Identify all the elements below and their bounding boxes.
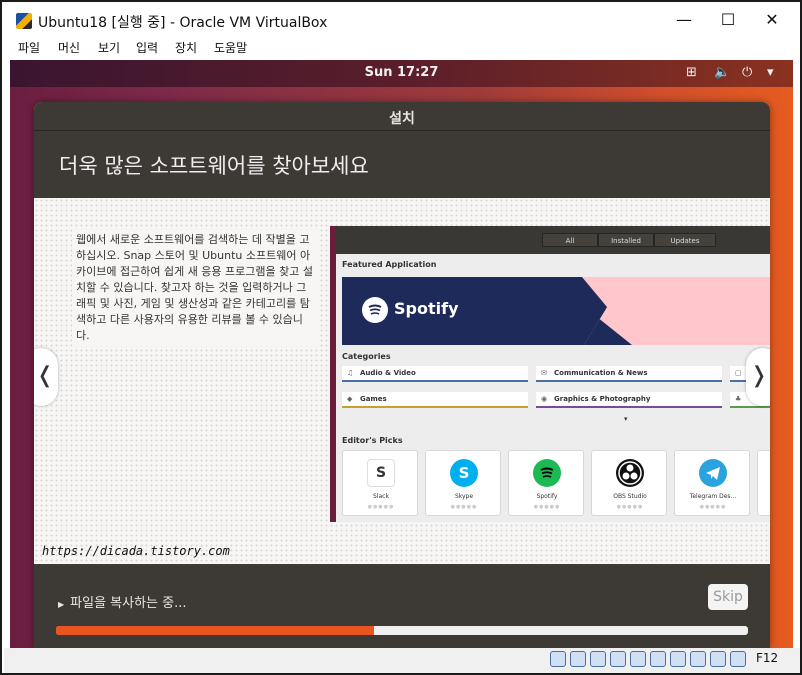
slack-icon: S — [367, 459, 395, 487]
slide-description: 웹에서 새로운 소프트웨어를 검색하는 데 작별을 고하십시오. Snap 스토… — [72, 230, 318, 346]
slideshow: 웹에서 새로운 소프트웨어를 검색하는 데 작별을 고하십시오. Snap 스토… — [34, 198, 770, 564]
pick-card: S Skype ●●●●● — [425, 450, 501, 516]
featured-app-name: Spotify — [394, 299, 459, 318]
menu-help[interactable]: 도움말 — [214, 39, 247, 56]
gamepad-icon: ◆ — [347, 395, 353, 403]
mouse-integration-icon[interactable] — [730, 651, 746, 667]
tab-all: All — [542, 233, 598, 247]
clock[interactable]: Sun 17:27 — [10, 65, 793, 80]
skype-icon: S — [450, 459, 478, 487]
install-status[interactable]: ▶ 파일을 복사하는 중... — [58, 592, 187, 611]
pick-card: Telegram Des... ●●●●● — [674, 450, 750, 516]
pick-label: Skype — [454, 493, 474, 500]
tab-installed: Installed — [598, 233, 654, 247]
telegram-icon — [699, 459, 727, 487]
menu-devices[interactable]: 장치 — [175, 39, 197, 56]
rating-stars: ●●●●● — [533, 504, 561, 510]
chevron-down-icon[interactable]: ▾ — [767, 65, 774, 81]
pick-card — [757, 450, 770, 516]
chevron-down-icon: ▾ — [624, 415, 628, 423]
featured-banner: Spotify — [342, 277, 770, 345]
expander-arrow-icon: ▶ — [58, 600, 65, 609]
close-button[interactable]: ✕ — [750, 8, 794, 32]
obs-icon — [616, 459, 644, 487]
dialog-title: 설치 — [389, 111, 415, 127]
optical-drive-icon[interactable] — [570, 651, 586, 667]
slide-heading: 더욱 많은 소프트웨어를 찾아보세요 — [59, 154, 369, 178]
category-graphics: ◉ Graphics & Photography — [536, 392, 722, 408]
rating-stars: ●●●●● — [450, 504, 478, 510]
slide-prev-button[interactable]: ❬ — [34, 348, 58, 406]
menu-file[interactable]: 파일 — [18, 39, 40, 56]
spotify-icon — [533, 459, 561, 487]
screenshot-body: Featured Application Spotify Categories … — [336, 254, 770, 522]
divider — [34, 130, 770, 131]
music-icon: ♫ — [347, 369, 354, 377]
audio-icon[interactable] — [590, 651, 606, 667]
display-icon[interactable] — [670, 651, 686, 667]
status-text: 파일을 복사하는 중... — [70, 596, 187, 611]
guest-screen: Sun 17:27 ⊞ 🔈 ⏻ ▾ 설치 더욱 많은 소프트웨어를 찾아보세요 … — [10, 60, 793, 648]
vm-status-bar: F12 — [4, 648, 800, 673]
virtualbox-icon — [16, 13, 32, 29]
chat-icon: ✉ — [541, 369, 547, 377]
category-communication: ✉ Communication & News — [536, 366, 722, 382]
watermark: https://dicada.tistory.com — [42, 544, 230, 558]
progress-fill — [56, 626, 375, 635]
featured-heading: Featured Application — [342, 260, 437, 269]
camera-icon: ◉ — [541, 395, 548, 403]
menu-input[interactable]: 입력 — [136, 39, 158, 56]
host-key: F12 — [756, 651, 779, 665]
usb-icon[interactable] — [630, 651, 646, 667]
pick-card: Spotify ●●●●● — [508, 450, 584, 516]
cpu-icon[interactable] — [710, 651, 726, 667]
hard-disk-icon[interactable] — [550, 651, 566, 667]
maximize-button[interactable]: ☐ — [706, 8, 750, 32]
menu-machine[interactable]: 머신 — [58, 39, 80, 56]
pick-card: S Slack ●●●●● — [342, 450, 418, 516]
slide-next-button[interactable]: ❭ — [746, 348, 770, 406]
shared-folder-icon[interactable] — [650, 651, 666, 667]
gnome-top-bar: Sun 17:27 ⊞ 🔈 ⏻ ▾ — [10, 60, 793, 87]
editors-picks-heading: Editor's Picks — [342, 436, 403, 445]
recording-icon[interactable] — [690, 651, 706, 667]
pick-label: Telegram Des... — [689, 493, 737, 500]
screenshot-headerbar: All Installed Updates — [336, 226, 770, 254]
menu-bar: 파일 머신 보기 입력 장치 도움말 — [4, 34, 800, 58]
network-icon[interactable]: ⊞ — [686, 65, 697, 81]
dialog-footer: ▶ 파일을 복사하는 중... Skip — [34, 564, 770, 648]
pick-label: Slack — [373, 493, 389, 500]
power-icon[interactable]: ⏻ — [742, 65, 752, 81]
rating-stars: ●●●●● — [367, 504, 395, 510]
pick-label: OBS Studio — [613, 493, 647, 500]
rating-stars: ●●●●● — [616, 504, 644, 510]
minimize-button[interactable]: — — [662, 8, 706, 32]
rating-stars: ●●●●● — [699, 504, 727, 510]
dialog-header: 설치 더욱 많은 소프트웨어를 찾아보세요 — [34, 102, 770, 198]
installer-dialog: 설치 더욱 많은 소프트웨어를 찾아보세요 웹에서 새로운 소프트웨어를 검색하… — [34, 102, 770, 648]
tab-updates: Updates — [654, 233, 716, 247]
progress-bar — [56, 626, 748, 635]
category-audio-video: ♫ Audio & Video — [342, 366, 528, 382]
category-icon: ▢ — [735, 369, 742, 377]
title-bar: Ubuntu18 [실행 중] - Oracle VM VirtualBox —… — [4, 4, 800, 34]
pick-label: Spotify — [536, 493, 558, 500]
network-adapter-icon[interactable] — [610, 651, 626, 667]
category-games: ◆ Games — [342, 392, 528, 408]
software-app-screenshot: All Installed Updates Featured Applicati… — [330, 226, 770, 522]
category-icon: ♣ — [735, 395, 742, 403]
virtualbox-window: Ubuntu18 [실행 중] - Oracle VM VirtualBox —… — [0, 0, 802, 675]
categories-heading: Categories — [342, 352, 391, 361]
window-title: Ubuntu18 [실행 중] - Oracle VM VirtualBox — [38, 15, 328, 31]
spotify-logo-icon — [362, 297, 388, 323]
skip-button[interactable]: Skip — [708, 584, 748, 610]
pick-card: OBS Studio ●●●●● — [591, 450, 667, 516]
volume-icon[interactable]: 🔈 — [714, 65, 730, 81]
menu-view[interactable]: 보기 — [98, 39, 120, 56]
